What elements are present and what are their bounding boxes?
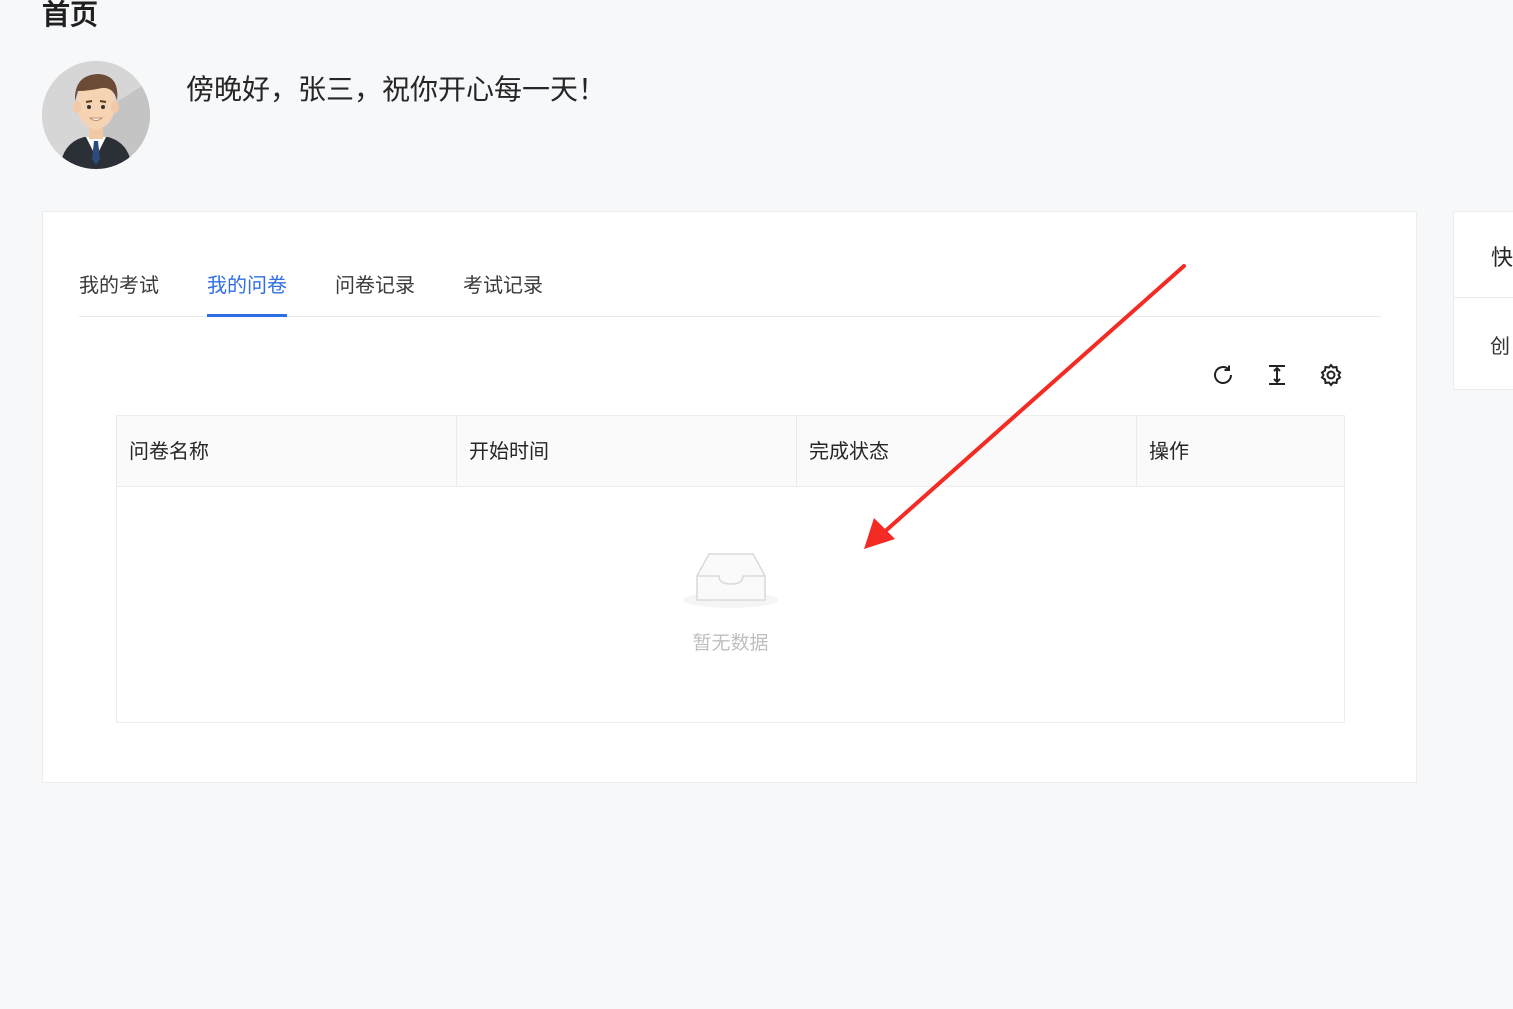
table-header: 问卷名称 开始时间 完成状态 操作 (117, 416, 1344, 487)
empty-inbox-icon (683, 553, 778, 608)
empty-state-text: 暂无数据 (692, 632, 769, 654)
settings-icon[interactable] (1318, 362, 1344, 388)
tab-exam-records[interactable]: 考试记录 (463, 264, 543, 316)
column-header-actions[interactable]: 操作 (1137, 416, 1344, 486)
avatar-image (42, 61, 150, 169)
column-header-start-time[interactable]: 开始时间 (457, 416, 797, 486)
column-header-name[interactable]: 问卷名称 (117, 416, 457, 486)
avatar (42, 61, 150, 169)
greeting-text: 傍晚好，张三，祝你开心每一天！ (186, 73, 607, 106)
quick-action-create[interactable]: 创 (1490, 330, 1510, 359)
quick-actions-panel: 快 创 (1453, 211, 1513, 390)
divider (1454, 297, 1513, 298)
column-header-status[interactable]: 完成状态 (797, 416, 1137, 486)
tab-bar: 我的考试 我的问卷 问卷记录 考试记录 (79, 264, 1381, 317)
table-toolbar (1210, 362, 1344, 388)
questionnaire-table: 问卷名称 开始时间 完成状态 操作 暂无数据 (116, 415, 1345, 723)
page-title: 首页 (42, 0, 99, 31)
main-card: 我的考试 我的问卷 问卷记录 考试记录 问卷名称 开始时间 完成状态 操作 暂无… (42, 211, 1417, 783)
quick-actions-title: 快 (1491, 246, 1513, 271)
tab-my-exams[interactable]: 我的考试 (79, 264, 159, 316)
tab-questionnaire-records[interactable]: 问卷记录 (335, 264, 415, 316)
empty-state: 暂无数据 (117, 486, 1344, 722)
column-height-icon[interactable] (1264, 362, 1290, 388)
refresh-icon[interactable] (1210, 362, 1236, 388)
tab-my-questionnaires[interactable]: 我的问卷 (207, 264, 287, 317)
